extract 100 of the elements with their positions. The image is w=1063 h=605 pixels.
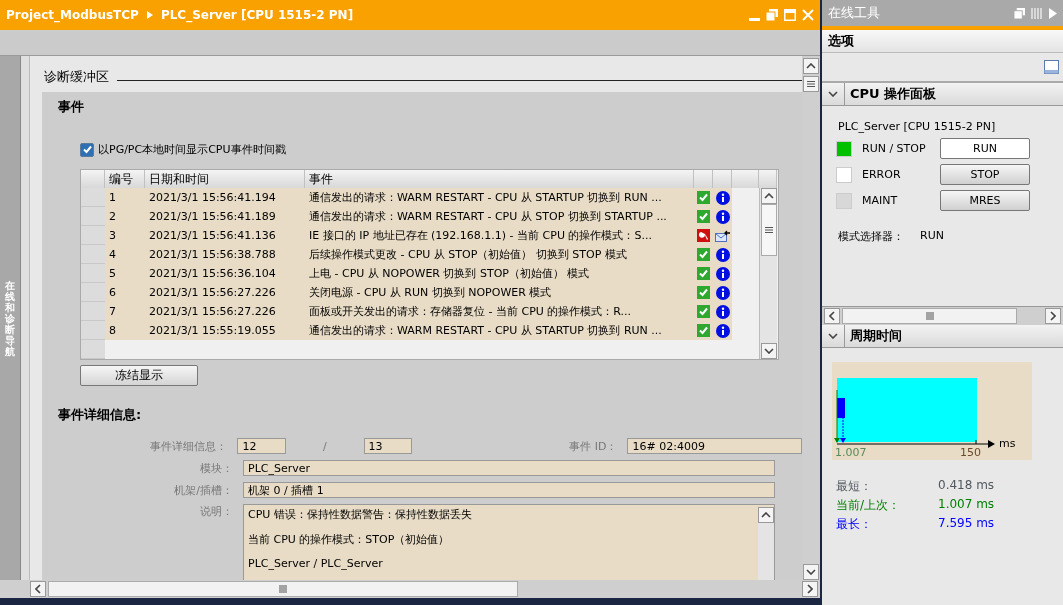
scroll-up-button[interactable] [758, 507, 774, 523]
column-header[interactable] [81, 170, 105, 188]
info-icon [715, 209, 730, 224]
checkbox[interactable] [80, 142, 94, 157]
check-icon [697, 248, 710, 261]
separator-text: / [321, 439, 328, 453]
table-cell: 2021/3/1 15:56:41.194 [145, 188, 305, 207]
info-icon [715, 247, 730, 262]
table-cell: 后续操作模式更改 - CPU 从 STOP（初始值） 切换到 STOP 模式 [305, 245, 694, 264]
check-icon [697, 191, 710, 204]
field-label: 事件详细信息： [149, 438, 229, 454]
row-header[interactable] [81, 188, 105, 207]
mode-button[interactable]: RUN [940, 138, 1030, 159]
event-id-field: 16# 02:4009 [627, 438, 802, 454]
row-header[interactable] [81, 340, 105, 359]
mode-button[interactable]: MRES [940, 190, 1030, 211]
row-header[interactable] [81, 264, 105, 283]
columns-icon[interactable] [1031, 7, 1043, 19]
check-icon [697, 286, 710, 299]
float-window-icon[interactable] [766, 9, 778, 21]
stat-value: 7.595 ms [938, 516, 995, 532]
table-cell: 3 [105, 226, 145, 245]
scroll-down-button[interactable] [760, 343, 777, 359]
check-icon [697, 305, 710, 318]
section-title: 诊断缓冲区 [44, 68, 109, 86]
options-header: 选项 [822, 30, 1063, 53]
field-label: 说明： [199, 504, 234, 520]
table-cell: 6 [105, 283, 145, 302]
detail-index-field: 12 [237, 438, 287, 454]
check-icon [697, 267, 710, 280]
close-icon[interactable] [802, 9, 814, 21]
scroll-left-button[interactable] [30, 581, 46, 597]
envelope-icon [714, 229, 731, 242]
chevron-up-icon [806, 63, 816, 69]
scroll-right-button[interactable] [802, 581, 818, 597]
scroll-right-button[interactable] [1045, 308, 1061, 324]
chevron-down-icon [763, 348, 774, 354]
scroll-down-button[interactable] [803, 564, 819, 580]
chevron-right-icon [807, 584, 813, 594]
row-header[interactable] [81, 245, 105, 264]
row-header[interactable] [81, 283, 105, 302]
table-cell: 7 [105, 302, 145, 321]
scroll-up-button[interactable] [760, 188, 777, 204]
info-icon [715, 190, 730, 205]
stat-label: 当前/上次： [836, 497, 901, 514]
field-label: 事件 ID： [568, 438, 619, 454]
table-cell: 2021/3/1 15:56:27.226 [145, 302, 305, 321]
field-label: 模块： [199, 460, 234, 476]
breadcrumb-arrow-icon [146, 11, 153, 19]
checkbox-label: 以PG/PC本地时间显示CPU事件时间戳 [98, 142, 286, 157]
column-header[interactable]: 事件 [305, 170, 694, 188]
description-line: CPU 错误：保持性数据警告：保持性数据丢失 [248, 507, 473, 522]
table-cell: 4 [105, 245, 145, 264]
table-cell: 2 [105, 207, 145, 226]
stat-label: 最短： [836, 478, 872, 495]
column-header[interactable]: 编号 [105, 170, 145, 188]
mode-label: 模式选择器： [838, 229, 904, 244]
scrollbar-thumb[interactable] [842, 308, 1017, 324]
field-label: 机架/插槽： [173, 482, 234, 498]
maximize-icon[interactable] [784, 9, 796, 21]
row-header[interactable] [81, 302, 105, 321]
mode-button[interactable]: STOP [940, 164, 1030, 185]
table-cell: 2021/3/1 15:56:27.226 [145, 283, 305, 302]
column-header[interactable] [694, 170, 713, 188]
table-cell: 2021/3/1 15:56:41.189 [145, 207, 305, 226]
chevron-down-icon [828, 333, 838, 339]
freeze-button[interactable]: 冻结显示 [80, 365, 198, 386]
scroll-left-button[interactable] [824, 308, 840, 324]
window-icon[interactable] [1044, 60, 1059, 74]
led-label: RUN / STOP [862, 142, 927, 155]
section-header[interactable]: 周期时间 [850, 327, 902, 345]
axis-end-label: 150 [960, 446, 981, 459]
chevron-right-icon [1050, 311, 1056, 321]
row-header[interactable] [81, 321, 105, 340]
column-header[interactable]: 日期和时间 [145, 170, 305, 188]
axis-unit-label: ms [999, 437, 1016, 450]
scrollbar-thumb[interactable] [48, 581, 518, 597]
info-icon [715, 285, 730, 300]
rack-field: 机架 0 / 插槽 1 [243, 482, 775, 498]
scrollbar-thumb[interactable] [803, 76, 819, 92]
mode-value: RUN [920, 229, 944, 244]
table-cell: 2021/3/1 15:56:38.788 [145, 245, 305, 264]
float-window-icon[interactable] [1014, 7, 1025, 19]
led-label: ERROR [862, 168, 902, 181]
details-heading: 事件详细信息: [58, 406, 143, 424]
collapse-arrow-icon[interactable] [1049, 7, 1057, 19]
table-cell: 2021/3/1 15:56:36.104 [145, 264, 305, 283]
table-cell: 通信发出的请求：WARM RESTART - CPU 从 STARTUP 切换到 RUN ... [305, 188, 694, 207]
table-cell: 关闭电源 - CPU 从 RUN 切换到 NOPOWER 模式 [305, 283, 694, 302]
info-icon [715, 266, 730, 281]
scrollbar-thumb[interactable] [760, 204, 777, 256]
chevron-left-icon [829, 311, 835, 321]
check-icon [697, 210, 710, 223]
column-header[interactable] [713, 170, 732, 188]
scroll-up-button[interactable] [803, 58, 819, 74]
device-name: PLC_Server [CPU 1515-2 PN] [838, 120, 997, 133]
row-header[interactable] [81, 226, 105, 245]
table-cell: 面板或开关发出的请求：存储器复位 - 当前 CPU 的操作模式：R... [305, 302, 694, 321]
description-line: PLC_Server / PLC_Server [248, 557, 384, 570]
row-header[interactable] [81, 207, 105, 226]
